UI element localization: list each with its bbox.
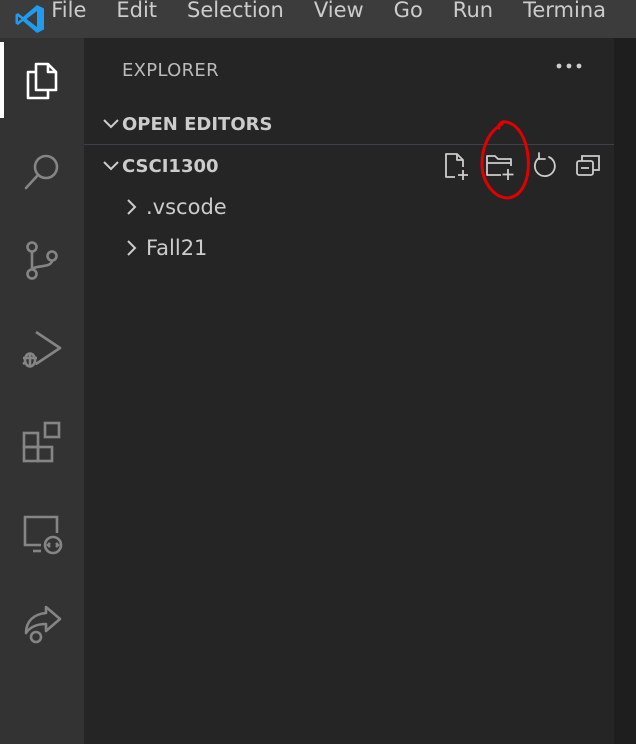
refresh-icon[interactable] <box>522 147 566 185</box>
section-divider <box>84 144 614 145</box>
more-actions-icon[interactable] <box>554 54 584 78</box>
editor-area-edge <box>614 38 636 744</box>
section-label: CSCI1300 <box>122 155 219 177</box>
extensions-icon[interactable] <box>0 400 84 484</box>
run-debug-icon[interactable] <box>0 308 84 392</box>
menu-edit[interactable]: Edit <box>116 0 172 21</box>
tree-item-label: Fall21 <box>146 236 208 260</box>
panel-title: EXPLORER <box>122 60 219 81</box>
explorer-icon[interactable] <box>0 38 84 122</box>
source-control-icon[interactable] <box>0 218 84 302</box>
active-indicator <box>0 42 4 118</box>
menu-terminal[interactable]: Termina <box>523 0 621 21</box>
remote-explorer-icon[interactable] <box>0 492 84 576</box>
new-file-icon[interactable] <box>434 147 478 185</box>
menu-run[interactable]: Run <box>453 0 508 21</box>
collapse-all-icon[interactable] <box>566 147 610 185</box>
section-workspace[interactable]: CSCI1300 <box>84 147 614 185</box>
tree-item-vscode[interactable]: .vscode <box>84 187 614 227</box>
section-label: OPEN EDITORS <box>122 113 273 135</box>
vscode-window: File Edit Selection View Go Run Termina <box>0 0 636 744</box>
tree-item-fall21[interactable]: Fall21 <box>84 228 614 268</box>
menu-file[interactable]: File <box>51 0 101 21</box>
explorer-sidebar: EXPLORER OPEN EDITORS CSCI1300 .vscode F… <box>84 38 614 744</box>
chevron-down-icon <box>84 105 122 143</box>
chevron-down-icon <box>84 147 122 185</box>
menu-view[interactable]: View <box>314 0 379 21</box>
search-icon[interactable] <box>0 130 84 214</box>
activity-bar <box>0 38 84 744</box>
new-folder-icon[interactable] <box>478 147 522 185</box>
menu-go[interactable]: Go <box>394 0 438 21</box>
chevron-right-icon <box>84 228 142 268</box>
menu-selection[interactable]: Selection <box>187 0 299 21</box>
live-share-icon[interactable] <box>0 580 84 664</box>
chevron-right-icon <box>84 187 142 227</box>
section-open-editors[interactable]: OPEN EDITORS <box>84 105 614 143</box>
menu-bar: File Edit Selection View Go Run Termina <box>0 0 636 38</box>
tree-item-label: .vscode <box>146 195 227 219</box>
workspace-actions <box>434 147 610 185</box>
